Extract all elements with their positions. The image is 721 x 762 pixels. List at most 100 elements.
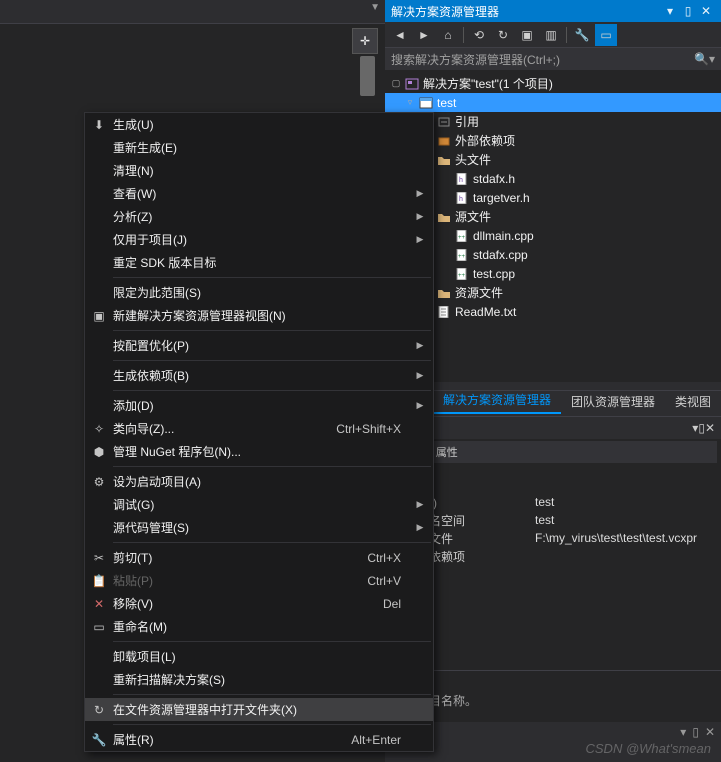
file-node[interactable]: h targetver.h (385, 188, 721, 207)
desc-title: (名称) (393, 675, 713, 692)
sync-icon[interactable]: ⟲ (468, 24, 490, 46)
menu-remove[interactable]: ✕移除(V)Del (85, 592, 433, 615)
back-icon[interactable]: ◄ (389, 24, 411, 46)
forward-icon[interactable]: ► (413, 24, 435, 46)
menu-rebuild[interactable]: 重新生成(E) (85, 136, 433, 159)
tab-solution-explorer[interactable]: 解决方案资源管理器 (433, 387, 561, 414)
menu-scope[interactable]: 限定为此范围(S) (85, 281, 433, 304)
svg-text:++: ++ (458, 273, 466, 279)
property-value[interactable]: test (535, 495, 721, 509)
property-row[interactable]: (名称) test (385, 493, 721, 511)
menu-separator (113, 330, 431, 331)
gear-icon: ⚙ (85, 475, 113, 489)
menu-scm[interactable]: 源代码管理(S)▶ (85, 516, 433, 539)
tab-class-view[interactable]: 类视图 (665, 389, 721, 414)
search-box[interactable]: 搜索解决方案资源管理器(Ctrl+;) 🔍 ▾ (385, 48, 721, 70)
close-icon[interactable]: ✕ (705, 421, 715, 435)
bottom-pin-strip: ▾ ▯ ✕ (385, 722, 721, 742)
resources-label: 资源文件 (455, 284, 503, 301)
preview-icon[interactable]: ▭ (595, 24, 617, 46)
properties-icon[interactable]: 🔧 (571, 24, 593, 46)
pin-icon[interactable]: ▯ (679, 4, 697, 18)
solution-node[interactable]: ▢ 解决方案"test"(1 个项目) (385, 74, 721, 93)
collapse-icon[interactable]: ▣ (516, 24, 538, 46)
menu-analyze[interactable]: 分析(Z)▶ (85, 205, 433, 228)
file-node[interactable]: ++ test.cpp (385, 264, 721, 283)
menu-view[interactable]: 查看(W)▶ (85, 182, 433, 205)
menu-project-only[interactable]: 仅用于项目(J)▶ (85, 228, 433, 251)
file-label: stdafx.cpp (473, 248, 528, 262)
home-icon[interactable]: ⌂ (437, 24, 459, 46)
menu-properties[interactable]: 🔧属性(R)Alt+Enter (85, 728, 433, 751)
tab-team-explorer[interactable]: 团队资源管理器 (561, 389, 665, 414)
external-icon (436, 134, 452, 148)
show-all-icon[interactable]: ▥ (540, 24, 562, 46)
pin-icon[interactable]: ▯ (698, 421, 705, 435)
menu-nuget[interactable]: ⬢管理 NuGet 程序包(N)... (85, 440, 433, 463)
menu-clean[interactable]: 清理(N) (85, 159, 433, 182)
references-icon (436, 115, 452, 129)
solution-explorer-titlebar: 解决方案资源管理器 ▾ ▯ ✕ (385, 0, 721, 22)
expander-icon[interactable]: ▿ (405, 97, 415, 108)
tab-overflow-icon[interactable]: ▼ (370, 2, 380, 13)
menu-rename[interactable]: ▭重命名(M) (85, 615, 433, 638)
solution-tree: ▢ 解决方案"test"(1 个项目) ▿ test ▸ 引用 ▸ 外部依赖项 … (385, 70, 721, 325)
headers-node[interactable]: ▿ 头文件 (385, 150, 721, 169)
menu-add[interactable]: 添加(D)▶ (85, 394, 433, 417)
close-icon[interactable]: ✕ (705, 725, 715, 739)
file-node[interactable]: ++ dllmain.cpp (385, 226, 721, 245)
menu-build[interactable]: ⬇生成(U) (85, 113, 433, 136)
panel-tabstrip: 解决方案资源管理器 团队资源管理器 类视图 (385, 390, 721, 414)
refresh-icon[interactable]: ↻ (492, 24, 514, 46)
property-value[interactable]: test (535, 513, 721, 527)
menu-startup[interactable]: ⚙设为启动项目(A) (85, 470, 433, 493)
menu-rescan[interactable]: 重新扫描解决方案(S) (85, 668, 433, 691)
menu-new-view[interactable]: ▣新建解决方案资源管理器视图(N) (85, 304, 433, 327)
search-icon[interactable]: 🔍 (694, 52, 709, 66)
menu-retarget-sdk[interactable]: 重定 SDK 版本目标 (85, 251, 433, 274)
split-grip-icon[interactable]: ✛ (352, 28, 378, 54)
search-dropdown-icon[interactable]: ▾ (709, 52, 715, 66)
solution-explorer-toolbar: ◄ ► ⌂ ⟲ ↻ ▣ ▥ 🔧 ▭ (385, 22, 721, 48)
external-deps-node[interactable]: ▸ 外部依赖项 (385, 131, 721, 150)
expander-icon[interactable]: ▢ (391, 78, 401, 89)
project-context-menu: ⬇生成(U) 重新生成(E) 清理(N) 查看(W)▶ 分析(Z)▶ 仅用于项目… (84, 112, 434, 752)
menu-debug[interactable]: 调试(G)▶ (85, 493, 433, 516)
solution-explorer-panel: 解决方案资源管理器 ▾ ▯ ✕ ◄ ► ⌂ ⟲ ↻ ▣ ▥ 🔧 ▭ 搜索解决方案… (385, 0, 721, 382)
properties-grid: (名称) test 根命名空间 test 项目文件 F:\my_virus\te… (385, 487, 721, 571)
project-node[interactable]: ▿ test (385, 93, 721, 112)
menu-unload[interactable]: 卸载项目(L) (85, 645, 433, 668)
window-dropdown-icon[interactable]: ▾ (680, 725, 686, 739)
h-file-icon: h (454, 191, 470, 205)
property-value[interactable]: F:\my_virus\test\test\test.vcxpr (535, 531, 721, 545)
scrollbar-thumb[interactable] (360, 56, 375, 96)
separator (566, 27, 567, 43)
file-label: stdafx.h (473, 172, 515, 186)
svg-text:++: ++ (458, 235, 466, 241)
menu-class-wizard[interactable]: ✧类向导(Z)...Ctrl+Shift+X (85, 417, 433, 440)
references-node[interactable]: ▸ 引用 (385, 112, 721, 131)
properties-object-combo[interactable]: test 项目属性 (389, 441, 717, 463)
file-node[interactable]: ReadMe.txt (385, 302, 721, 321)
rename-icon: ▭ (85, 620, 113, 634)
window-dropdown-icon[interactable]: ▾ (661, 4, 679, 18)
menu-build-deps[interactable]: 生成依赖项(B)▶ (85, 364, 433, 387)
resources-node[interactable]: 资源文件 (385, 283, 721, 302)
cpp-file-icon: ++ (454, 229, 470, 243)
svg-text:h: h (459, 177, 463, 184)
menu-cut[interactable]: ✂剪切(T)Ctrl+X (85, 546, 433, 569)
menu-profile-opt[interactable]: 按配置优化(P)▶ (85, 334, 433, 357)
file-node[interactable]: ++ stdafx.cpp (385, 245, 721, 264)
sources-node[interactable]: ▿ 源文件 (385, 207, 721, 226)
file-node[interactable]: h stdafx.h (385, 169, 721, 188)
property-row[interactable]: 项目文件 F:\my_virus\test\test\test.vcxpr (385, 529, 721, 547)
menu-open-folder[interactable]: ↻在文件资源管理器中打开文件夹(X) (85, 698, 433, 721)
menu-separator (113, 466, 431, 467)
file-label: targetver.h (473, 191, 530, 205)
open-folder-icon: ↻ (85, 703, 113, 717)
property-row[interactable]: 根命名空间 test (385, 511, 721, 529)
properties-toolbar: ▤ A↓ (385, 465, 721, 487)
close-icon[interactable]: ✕ (697, 4, 715, 18)
pin-icon[interactable]: ▯ (692, 725, 699, 739)
property-row[interactable]: 项目依赖项 (385, 547, 721, 565)
